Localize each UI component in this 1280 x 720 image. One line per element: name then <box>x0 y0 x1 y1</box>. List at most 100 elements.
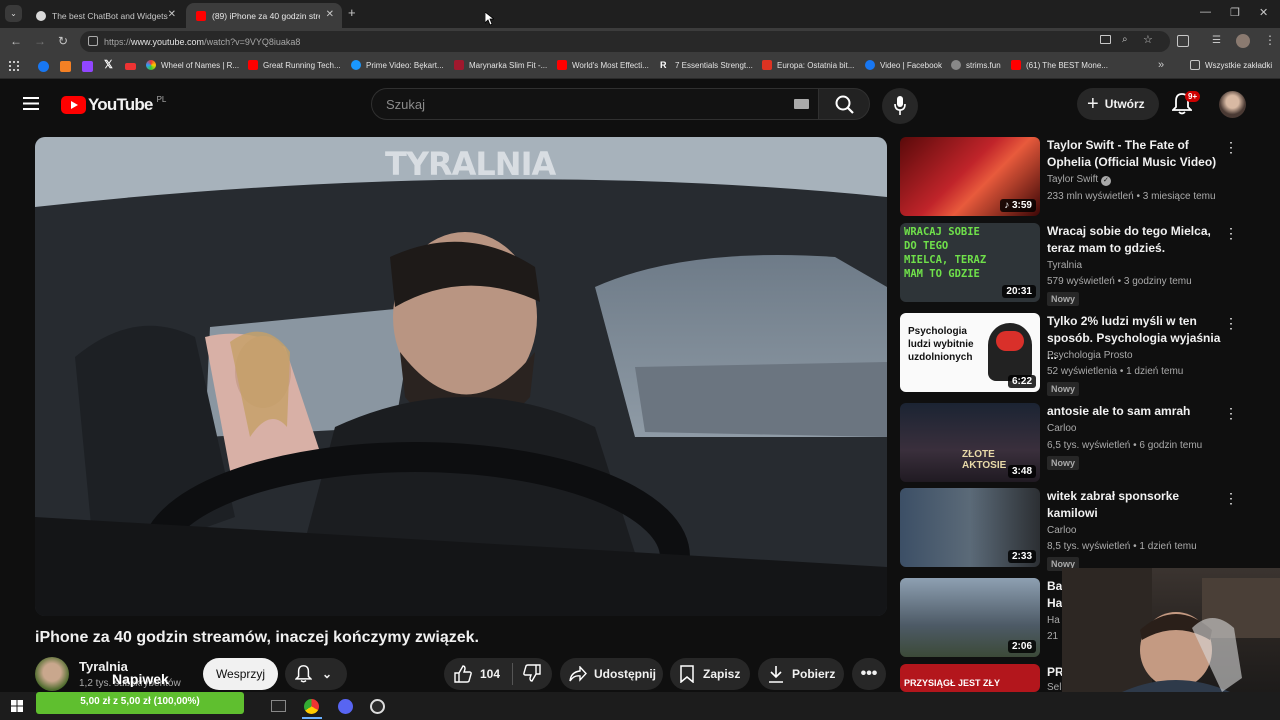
recommended-channel[interactable]: Ha <box>1047 615 1060 626</box>
discord-like-app-icon[interactable] <box>338 699 353 714</box>
bookmark-item[interactable]: Video | Facebook <box>865 60 942 70</box>
bookmark-item[interactable]: R7 Essentials Strengt... <box>660 60 753 70</box>
tab-close-icon[interactable]: ✕ <box>326 9 334 20</box>
bookmark-item[interactable]: Europa: Ostatnia bit... <box>762 60 854 70</box>
region-label: PL <box>156 94 167 104</box>
more-vert-icon[interactable]: ⋮ <box>1224 225 1238 242</box>
recommended-channel[interactable]: Tyralnia <box>1047 260 1082 271</box>
terminal-icon[interactable] <box>271 700 286 712</box>
recommended-title[interactable]: Wracaj sobie do tego Mielca, teraz mam t… <box>1047 223 1227 257</box>
obs-icon[interactable] <box>370 699 385 714</box>
minimize-button[interactable]: — <box>1200 6 1211 18</box>
browser-tab-chatbot[interactable]: The best ChatBot and Widgets ✕ <box>26 3 184 28</box>
tab-close-icon[interactable]: ✕ <box>168 9 176 20</box>
search-button[interactable] <box>818 88 870 120</box>
dislike-button[interactable] <box>523 663 541 685</box>
recommended-channel[interactable]: Sel <box>1047 682 1061 692</box>
video-thumbnail[interactable]: Psychologia ludzi wybitnie uzdolnionych … <box>900 313 1040 392</box>
save-button[interactable]: Zapisz <box>670 658 750 690</box>
account-avatar[interactable] <box>1219 91 1246 118</box>
more-vert-icon[interactable]: ⋮ <box>1224 490 1238 507</box>
more-bookmarks-icon[interactable]: » <box>1158 59 1164 71</box>
more-vert-icon[interactable]: ⋮ <box>1224 139 1238 156</box>
bookmark-item[interactable]: World's Most Effecti... <box>557 60 649 70</box>
video-thumbnail[interactable]: WRACAJ SOBIE DO TEGO MIELCA, TERAZ MAM T… <box>900 223 1040 302</box>
new-tab-button[interactable]: + <box>348 5 356 20</box>
recommended-channel[interactable]: Carloo <box>1047 525 1076 536</box>
browser-tab-youtube[interactable]: (89) iPhone za 40 godzin stream ✕ <box>186 3 342 28</box>
tab-search-button[interactable]: ⌄ <box>5 5 22 22</box>
search-input[interactable]: Szukaj <box>371 88 819 120</box>
youtube-logo[interactable]: YouTube PL <box>61 95 166 115</box>
bookmark-star-icon[interactable]: ☆ <box>1143 33 1153 46</box>
zoom-icon[interactable]: ⌕ <box>1122 34 1128 45</box>
recommended-video[interactable]: ♪ 3:59 Taylor Swift - The Fate of Opheli… <box>900 137 1270 217</box>
bookmark-item[interactable]: (61) The BEST Mone... <box>1011 60 1108 70</box>
voice-search-button[interactable] <box>882 88 918 124</box>
keyboard-icon[interactable] <box>794 99 809 109</box>
duration-badge: 20:31 <box>1002 285 1036 298</box>
recommended-channel[interactable]: Carloo <box>1047 423 1076 434</box>
reload-icon[interactable]: ↻ <box>58 34 68 48</box>
bookmark-item[interactable]: Marynarka Slim Fit -... <box>454 60 547 70</box>
hamburger-icon[interactable] <box>23 97 39 110</box>
reading-list-icon[interactable]: ☰ <box>1212 35 1221 46</box>
bookmark-item[interactable]: Prime Video: Bękart... <box>351 60 444 70</box>
recommended-channel[interactable]: Psychologia Prosto <box>1047 350 1133 361</box>
recommended-video[interactable]: ZŁOTE AKTOSIE 3:48 antosie ale to sam am… <box>900 403 1270 483</box>
bookmark-item[interactable]: Great Running Tech... <box>248 60 341 70</box>
maximize-button[interactable]: ❐ <box>1230 6 1240 19</box>
create-button[interactable]: + Utwórz <box>1077 88 1159 120</box>
shop-icon <box>454 60 464 70</box>
close-window-button[interactable]: ✕ <box>1259 6 1268 19</box>
browser-toolbar: ← → ↻ https://www.youtube.com/watch?v=9V… <box>0 28 1280 55</box>
facebook-bookmark-icon[interactable] <box>38 61 49 72</box>
recommended-video[interactable]: 2:33 witek zabrał sponsorke kamilowi Car… <box>900 488 1270 571</box>
recommended-title[interactable]: witek zabrał sponsorke kamilowi <box>1047 488 1227 522</box>
more-actions-button[interactable]: ••• <box>852 658 886 690</box>
all-bookmarks-folder[interactable]: Wszystkie zakładki <box>1190 60 1272 70</box>
recommended-video[interactable]: WRACAJ SOBIE DO TEGO MIELCA, TERAZ MAM T… <box>900 223 1270 306</box>
recommended-video[interactable]: Psychologia ludzi wybitnie uzdolnionych … <box>900 313 1270 396</box>
profile-avatar[interactable] <box>1236 34 1250 48</box>
apps-grid-icon[interactable] <box>9 61 19 71</box>
mouse-cursor-icon <box>485 12 494 26</box>
bookmark-item[interactable]: strims.fun <box>951 60 1001 70</box>
more-vert-icon[interactable]: ⋮ <box>1224 405 1238 422</box>
channel-avatar[interactable] <box>35 657 69 691</box>
red-bookmark-icon[interactable] <box>125 63 136 70</box>
active-app-indicator <box>302 717 322 719</box>
video-thumbnail[interactable]: 2:33 <box>900 488 1040 567</box>
subscribed-bell-button[interactable]: ⌄ <box>285 658 347 690</box>
video-watermark: TYRALNIA <box>385 145 556 183</box>
download-button[interactable]: Pobierz <box>758 658 844 690</box>
video-thumbnail[interactable]: ZŁOTE AKTOSIE 3:48 <box>900 403 1040 482</box>
thumbs-down-icon <box>523 663 541 682</box>
address-bar[interactable]: https://www.youtube.com/watch?v=9VYQ8iua… <box>80 31 1170 52</box>
video-thumbnail[interactable]: ♪ 3:59 <box>900 137 1040 216</box>
windows-start-icon[interactable] <box>11 700 23 712</box>
cast-icon[interactable] <box>1100 35 1111 44</box>
video-thumbnail[interactable]: PRZYSIĄGŁ JEST ZŁY <box>900 664 1040 692</box>
share-button[interactable]: Udostępnij <box>560 658 663 690</box>
forward-icon[interactable]: → <box>34 34 46 48</box>
like-button[interactable]: 104 <box>444 665 500 683</box>
more-vert-icon[interactable]: ⋮ <box>1224 315 1238 332</box>
support-button[interactable]: Wesprzyj <box>203 658 278 690</box>
recommended-channel[interactable]: Taylor Swift ✓ <box>1047 174 1111 186</box>
chrome-icon[interactable] <box>304 699 319 714</box>
recommended-title[interactable]: antosie ale to sam amrah <box>1047 403 1227 420</box>
orange-bookmark-icon[interactable] <box>60 61 71 72</box>
video-player[interactable]: TYRALNIA <box>35 137 887 616</box>
brain-illustration-icon <box>996 331 1024 351</box>
more-menu-icon[interactable]: ⋮ <box>1264 33 1276 47</box>
bookmark-item[interactable]: Wheel of Names | R... <box>146 60 239 70</box>
video-thumbnail[interactable]: 2:06 <box>900 578 1040 657</box>
notifications-button[interactable]: 9+ <box>1170 91 1201 120</box>
x-bookmark-icon[interactable]: 𝕏 <box>104 58 113 71</box>
twitch-bookmark-icon[interactable] <box>82 61 93 72</box>
extensions-icon[interactable] <box>1177 35 1189 47</box>
recommended-title[interactable]: Taylor Swift - The Fate of Ophelia (Offi… <box>1047 137 1227 171</box>
back-icon[interactable]: ← <box>10 34 22 48</box>
tip-goal-text: 5,00 zł z 5,00 zł (100,00%) <box>80 696 200 707</box>
